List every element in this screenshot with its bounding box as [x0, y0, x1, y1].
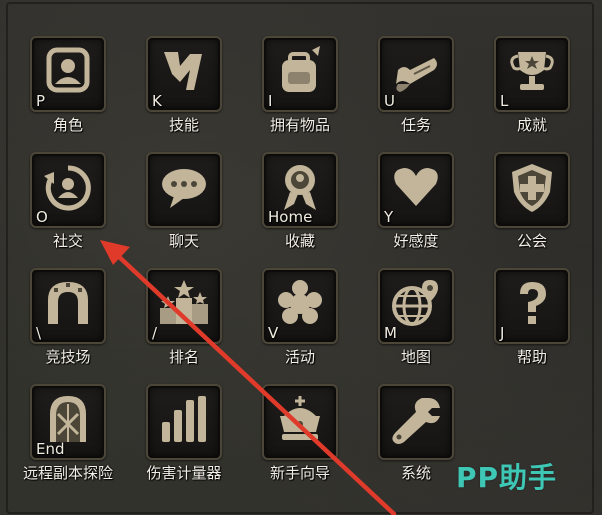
- menu-tile[interactable]: M: [378, 268, 454, 344]
- menu-grid: P 角色 K 技能 I 拥有物品 U 任务 L 成就 O 社交 聊天 Home …: [0, 0, 602, 515]
- hotkey-label: O: [36, 208, 48, 226]
- crown-guide-icon: [280, 396, 320, 440]
- menu-tile[interactable]: [494, 152, 570, 228]
- hotkey-label: L: [500, 92, 509, 110]
- menu-item-events[interactable]: V 活动: [242, 268, 358, 384]
- menu-item-chat[interactable]: 聊天: [126, 152, 242, 268]
- menu-item-label: 帮助: [516, 348, 547, 366]
- menu-tile[interactable]: L: [494, 36, 570, 112]
- menu-item-collection[interactable]: Home 收藏: [242, 152, 358, 268]
- menu-item-label: 成就: [516, 116, 547, 134]
- menu-item-guild[interactable]: 公会: [474, 152, 590, 268]
- hotkey-label: J: [500, 324, 505, 342]
- menu-tile[interactable]: I: [262, 36, 338, 112]
- menu-tile[interactable]: /: [146, 268, 222, 344]
- menu-tile[interactable]: End: [30, 384, 106, 460]
- menu-item-beginner-guide[interactable]: 新手向导: [242, 384, 358, 500]
- heart-icon: [394, 168, 438, 206]
- hotkey-label: P: [36, 92, 46, 110]
- social-refresh-icon: [44, 165, 91, 211]
- menu-tile[interactable]: O: [30, 152, 106, 228]
- watermark-logo: PP助手: [456, 461, 558, 494]
- guild-shield-icon: [512, 164, 552, 212]
- menu-tile[interactable]: P: [30, 36, 106, 112]
- menu-item-inventory[interactable]: I 拥有物品: [242, 36, 358, 152]
- arena-gate-icon: [48, 282, 88, 324]
- menu-tile[interactable]: [146, 152, 222, 228]
- hotkey-label: I: [268, 92, 273, 110]
- hotkey-label: U: [384, 92, 395, 110]
- backpack-icon: [282, 46, 320, 92]
- menu-tile[interactable]: \: [30, 268, 106, 344]
- menu-tile[interactable]: [262, 384, 338, 460]
- menu-item-social[interactable]: O 社交: [10, 152, 126, 268]
- question-mark-icon: [520, 282, 546, 324]
- game-menu-panel: P 角色 K 技能 I 拥有物品 U 任务 L 成就 O 社交 聊天 Home …: [0, 0, 602, 515]
- hotkey-label: \: [36, 324, 42, 342]
- menu-tile[interactable]: U: [378, 36, 454, 112]
- menu-tile[interactable]: V: [262, 268, 338, 344]
- menu-tile[interactable]: J: [494, 268, 570, 344]
- event-flower-icon: [278, 280, 322, 324]
- menu-item-label: 公会: [516, 232, 547, 250]
- menu-item-help[interactable]: J 帮助: [474, 268, 590, 384]
- ranking-podium-icon: [160, 280, 208, 324]
- hotkey-label: Home: [268, 208, 313, 226]
- menu-tile[interactable]: [146, 384, 222, 460]
- menu-tile[interactable]: Y: [378, 152, 454, 228]
- quest-scroll-icon: [396, 58, 437, 92]
- hotkey-label: V: [268, 324, 279, 342]
- menu-item-character[interactable]: P 角色: [10, 36, 126, 152]
- menu-item-ranking[interactable]: / 排名: [126, 268, 242, 384]
- menu-tile[interactable]: K: [146, 36, 222, 112]
- damage-meter-bars-icon: [162, 396, 206, 442]
- menu-item-damage-meter[interactable]: 伤害计量器: [126, 384, 242, 500]
- character-portrait-icon: [46, 47, 90, 93]
- menu-item-skills[interactable]: K 技能: [126, 36, 242, 152]
- menu-item-affinity[interactable]: Y 好感度: [358, 152, 474, 268]
- menu-item-remote-dungeon[interactable]: End 远程副本探险: [10, 384, 126, 500]
- chat-bubble-icon: [162, 169, 206, 208]
- menu-tile[interactable]: [378, 384, 454, 460]
- hotkey-label: End: [36, 440, 65, 458]
- wrench-icon: [392, 398, 440, 444]
- trophy-icon: [510, 52, 554, 90]
- menu-item-achievement[interactable]: L 成就: [474, 36, 590, 152]
- lightning-skill-icon: [164, 52, 202, 90]
- menu-item-map[interactable]: M 地图: [358, 268, 474, 384]
- menu-item-quest[interactable]: U 任务: [358, 36, 474, 152]
- menu-item-arena[interactable]: \ 竞技场: [10, 268, 126, 384]
- hotkey-label: M: [384, 324, 397, 342]
- menu-tile[interactable]: Home: [262, 152, 338, 228]
- hotkey-label: Y: [384, 208, 394, 226]
- hotkey-label: K: [152, 92, 162, 110]
- hotkey-label: /: [152, 324, 158, 342]
